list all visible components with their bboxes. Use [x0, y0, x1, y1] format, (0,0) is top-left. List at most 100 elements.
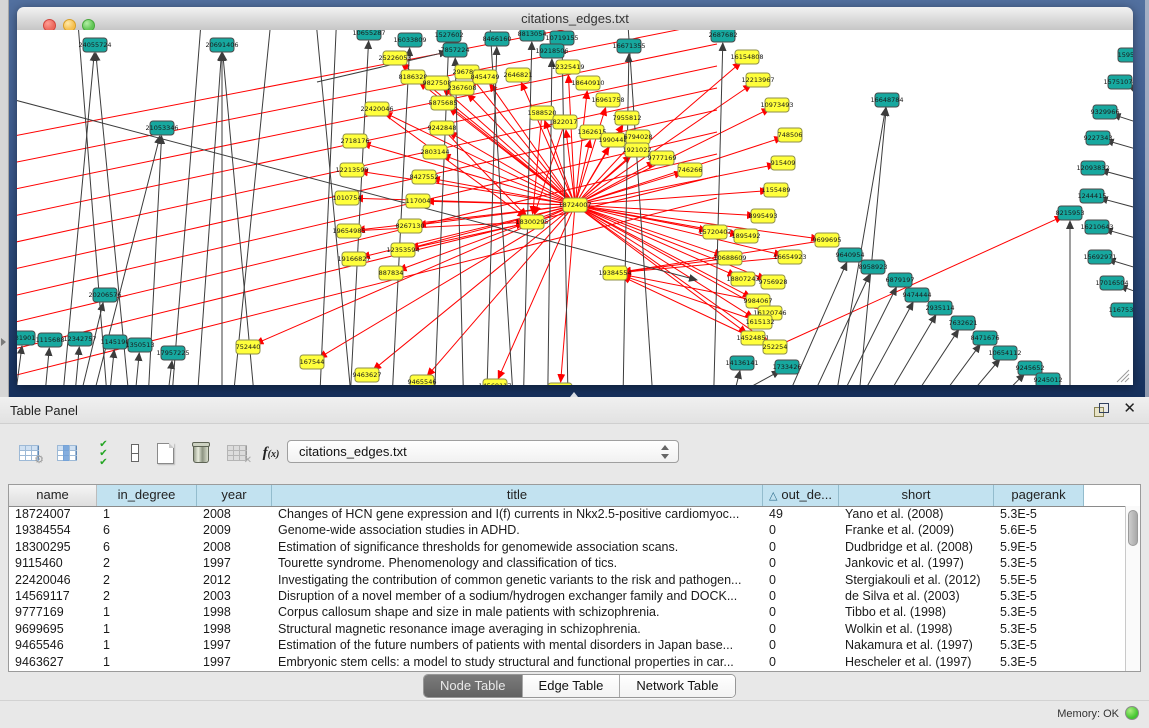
graph-node[interactable]: 9463627: [353, 368, 382, 382]
graph-node[interactable]: 8427552: [410, 170, 439, 184]
graph-node[interactable]: 2646821: [504, 68, 533, 82]
delete-table-icon[interactable]: [186, 438, 216, 468]
graph-node[interactable]: 12342757: [63, 332, 96, 346]
close-panel-icon[interactable]: ✕: [1123, 400, 1136, 418]
graph-edge[interactable]: [223, 53, 260, 385]
network-window-titlebar[interactable]: citations_edges.txt: [17, 7, 1133, 31]
graph-node[interactable]: 10654112: [988, 346, 1021, 360]
graph-node[interactable]: 19166827: [337, 252, 370, 266]
graph-node[interactable]: 16961758: [591, 93, 624, 107]
graph-node[interactable]: 8215953: [1056, 206, 1085, 220]
table-vertical-scrollbar[interactable]: [1125, 506, 1140, 671]
graph-edge[interactable]: [627, 30, 657, 385]
graph-node[interactable]: 20206576: [88, 288, 121, 302]
graph-node[interactable]: 1115688: [36, 333, 65, 347]
graph-node[interactable]: 16648784: [870, 93, 903, 107]
graph-node[interactable]: 19218506: [535, 44, 568, 58]
graph-edge[interactable]: [853, 108, 886, 385]
graph-node[interactable]: 12325419: [551, 60, 584, 74]
table-row[interactable]: 1938455462009Genome-wide association stu…: [9, 522, 1125, 538]
graph-node[interactable]: 16154808: [730, 50, 763, 64]
graph-node[interactable]: 2803144: [421, 145, 450, 159]
tab-edge-table[interactable]: Edge Table: [523, 675, 621, 697]
graph-node[interactable]: 167544: [300, 355, 325, 369]
network-window[interactable]: citations_edges.txt 18724007224200462718…: [17, 7, 1133, 385]
graph-node[interactable]: 22420046: [360, 102, 393, 116]
network-canvas-container[interactable]: 1872400722420046271817612213599101075419…: [17, 30, 1133, 385]
graph-node[interactable]: 25226053: [378, 51, 411, 65]
graph-node[interactable]: 17016504: [1095, 276, 1128, 290]
graph-node[interactable]: 7955812: [613, 111, 642, 125]
graph-node[interactable]: 18807243: [726, 272, 759, 286]
scrollbar-thumb[interactable]: [1128, 510, 1138, 546]
column-header-year[interactable]: year: [197, 485, 272, 506]
graph-node[interactable]: 2718176: [341, 134, 370, 148]
table-row[interactable]: 946362711997Embryonic stem cells: a mode…: [9, 654, 1125, 670]
graph-node[interactable]: 16210643: [1080, 220, 1113, 234]
graph-edge[interactable]: [317, 30, 337, 385]
graph-edge[interactable]: [617, 371, 780, 385]
column-header-out_de[interactable]: △out_de...: [763, 485, 839, 506]
graph-node[interactable]: 159583: [1118, 48, 1133, 62]
graph-node[interactable]: 1155489: [762, 183, 791, 197]
graph-edge[interactable]: [717, 371, 740, 385]
table-row[interactable]: 969969511998Structural magnetic resonanc…: [9, 621, 1125, 637]
graph-node[interactable]: 14569117: [478, 379, 511, 385]
graph-node[interactable]: 9640954: [836, 248, 865, 262]
graph-node[interactable]: 9329966: [1091, 105, 1120, 119]
graph-node[interactable]: 822017: [553, 115, 578, 129]
table-row[interactable]: 1830029562008Estimation of significance …: [9, 539, 1125, 555]
graph-node[interactable]: 9777169: [648, 151, 677, 165]
graph-node[interactable]: 8471676: [971, 331, 1000, 345]
graph-node[interactable]: 9756928: [759, 275, 788, 289]
graph-node[interactable]: 12093832: [1076, 161, 1109, 175]
graph-node[interactable]: 1167531: [1109, 303, 1133, 317]
column-header-in_degree[interactable]: in_degree: [97, 485, 197, 506]
graph-node[interactable]: 2935114: [926, 301, 955, 315]
graph-edge[interactable]: [129, 353, 139, 385]
graph-edge[interactable]: [227, 30, 272, 385]
graph-edge[interactable]: [160, 361, 172, 385]
graph-node[interactable]: 12213967: [741, 73, 774, 87]
graph-node[interactable]: 14136141: [725, 356, 758, 370]
graph-node[interactable]: 8466160: [483, 32, 512, 46]
graph-edge[interactable]: [1101, 170, 1133, 188]
graph-node[interactable]: 15751074: [1103, 75, 1133, 89]
memory-status-indicator[interactable]: [1125, 706, 1139, 720]
show-column-icon[interactable]: [52, 438, 82, 468]
graph-edge[interactable]: [315, 30, 357, 385]
graph-node[interactable]: 2687682: [709, 30, 738, 42]
graph-node[interactable]: 748506: [778, 128, 803, 142]
left-splitter-strip[interactable]: [0, 0, 9, 397]
graph-edge[interactable]: [17, 346, 22, 385]
graph-node[interactable]: 1615132: [746, 315, 775, 329]
splitter-collapse-icon[interactable]: [1, 338, 6, 346]
graph-edge[interactable]: [193, 53, 221, 385]
graph-node[interactable]: 887834: [379, 266, 404, 280]
column-header-name[interactable]: name: [9, 485, 97, 506]
column-header-short[interactable]: short: [839, 485, 994, 506]
graph-node[interactable]: 9474444: [903, 288, 932, 302]
graph-node[interactable]: 1350513: [126, 338, 155, 352]
graph-node[interactable]: 24055724: [78, 38, 111, 52]
table-settings-icon[interactable]: ⚙: [14, 438, 44, 468]
graph-edge[interactable]: [873, 330, 959, 385]
column-header-pagerank[interactable]: pagerank: [994, 485, 1084, 506]
graph-edge[interactable]: [575, 205, 819, 239]
graph-node[interactable]: 19384554: [598, 266, 631, 280]
table-row[interactable]: 977716911998Corpus callosum shape and si…: [9, 604, 1125, 620]
graph-edge[interactable]: [39, 348, 49, 385]
graph-node[interactable]: 1527602: [435, 30, 464, 42]
graph-node[interactable]: 10688609: [713, 251, 746, 265]
graph-edge[interactable]: [895, 344, 980, 385]
graph-node[interactable]: 7857224: [441, 43, 470, 57]
table-row[interactable]: 1456911722003Disruption of a novel membe…: [9, 588, 1125, 604]
graph-node[interactable]: 8958923: [859, 260, 888, 274]
graph-node[interactable]: 1010754: [333, 191, 362, 205]
graph-edge[interactable]: [69, 347, 79, 385]
graph-edge[interactable]: [575, 140, 590, 205]
graph-node[interactable]: 9227343: [1084, 131, 1113, 145]
graph-node[interactable]: 16654923: [773, 250, 806, 264]
graph-node[interactable]: 10655287: [352, 30, 385, 40]
float-panel-icon[interactable]: [1094, 403, 1109, 416]
